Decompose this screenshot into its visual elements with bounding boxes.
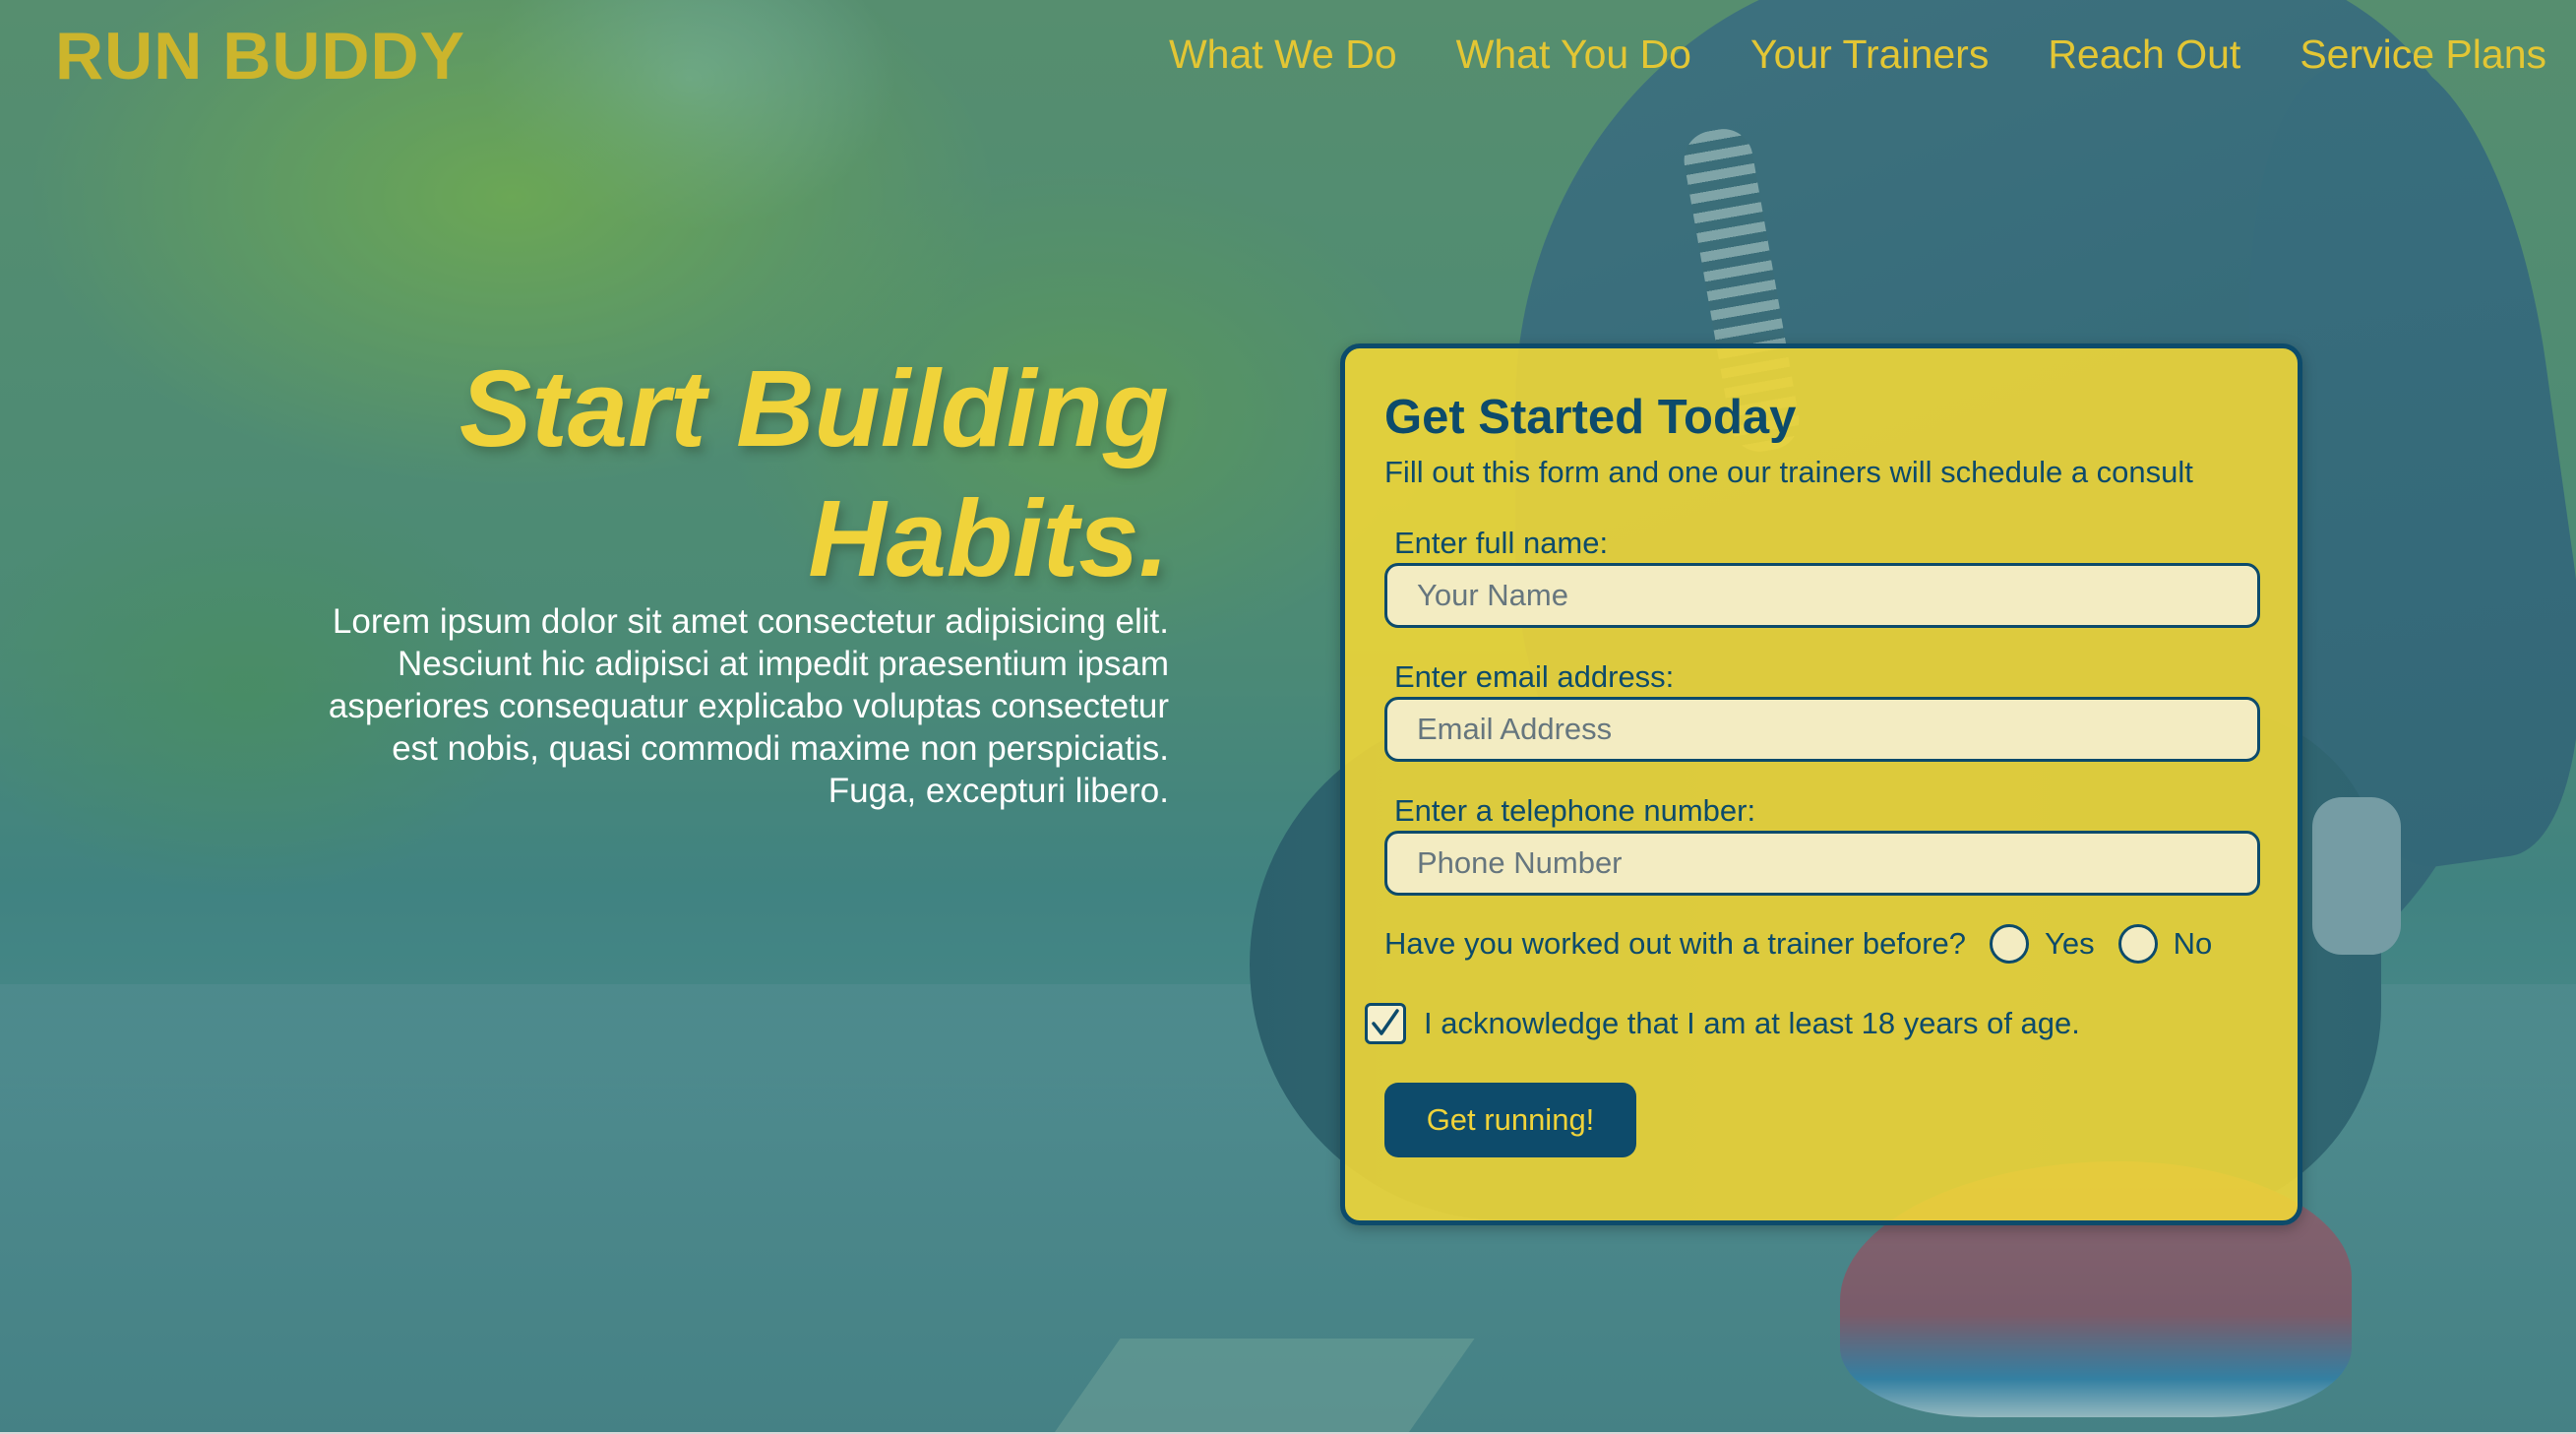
email-input[interactable]	[1384, 697, 2260, 762]
acknowledge-row: I acknowledge that I am at least 18 year…	[1365, 1003, 2080, 1044]
name-label: Enter full name:	[1394, 526, 1609, 560]
phone-label: Enter a telephone number:	[1394, 793, 1756, 828]
nav-link-service-plans[interactable]: Service Plans	[2300, 31, 2546, 77]
radio-no-label: No	[2173, 926, 2213, 961]
nav-link-your-trainers[interactable]: Your Trainers	[1750, 31, 1989, 77]
radio-yes-label: Yes	[2045, 926, 2095, 961]
nav-link-what-we-do[interactable]: What We Do	[1169, 31, 1397, 77]
checkmark-icon	[1372, 1009, 1399, 1035]
trainer-question-row: Have you worked out with a trainer befor…	[1384, 924, 2212, 964]
name-input[interactable]	[1384, 563, 2260, 628]
acknowledge-checkbox[interactable]	[1365, 1003, 1406, 1044]
form-description: Fill out this form and one our trainers …	[1384, 455, 2193, 489]
trainer-question: Have you worked out with a trainer befor…	[1384, 926, 1967, 961]
nav-item-reach-out: Reach Out	[2048, 31, 2240, 78]
form-title: Get Started Today	[1384, 391, 1797, 444]
page: RUN BUDDY What We Do What You Do Your Tr…	[0, 0, 2576, 1434]
hero-title: Start Building Habits.	[459, 348, 1169, 599]
nav-item-service-plans: Service Plans	[2300, 31, 2546, 78]
nav-item-what-you-do: What You Do	[1456, 31, 1691, 78]
phone-input[interactable]	[1384, 831, 2260, 896]
radio-no[interactable]	[2117, 924, 2158, 964]
hero-text: Lorem ipsum dolor sit amet consectetur a…	[328, 602, 1169, 810]
nav-link-reach-out[interactable]: Reach Out	[2048, 31, 2240, 77]
nav-item-your-trainers: Your Trainers	[1750, 31, 1989, 78]
nav-link-what-you-do[interactable]: What You Do	[1456, 31, 1691, 77]
acknowledge-label: I acknowledge that I am at least 18 year…	[1424, 1006, 2080, 1040]
nav-item-what-we-do: What We Do	[1169, 31, 1397, 78]
radio-yes[interactable]	[1990, 924, 2030, 964]
email-label: Enter email address:	[1394, 659, 1675, 694]
submit-button[interactable]: Get running!	[1384, 1083, 1636, 1157]
brand-logo[interactable]: RUN BUDDY	[55, 18, 465, 94]
signup-form: Get Started Today Fill out this form and…	[1340, 343, 2302, 1225]
main-nav: What We Do What You Do Your Trainers Rea…	[1169, 31, 2546, 78]
